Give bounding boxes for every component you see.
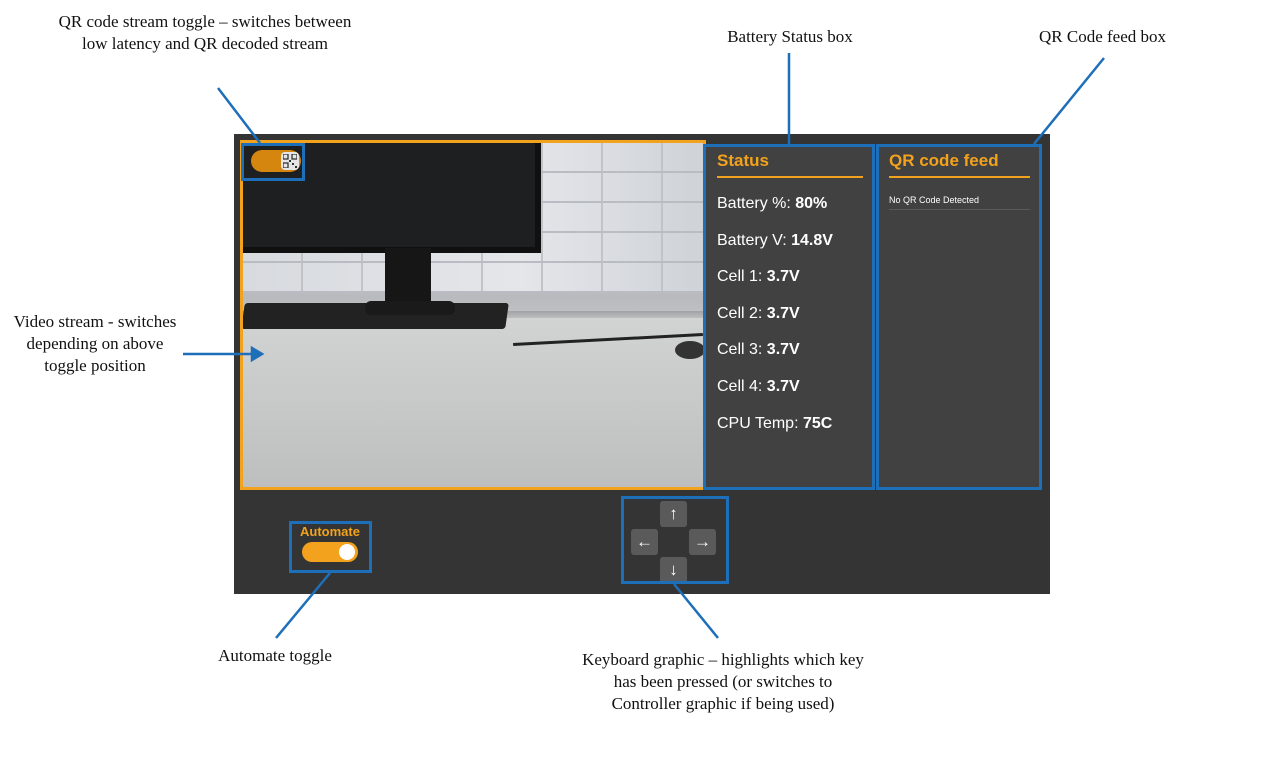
annotation-automate-toggle: Automate toggle — [218, 646, 332, 665]
annotation-qr-toggle: QR code stream toggle – switches between… — [58, 12, 352, 53]
status-row: Battery V: 14.8V — [717, 223, 863, 260]
status-list: Battery %: 80% Battery V: 14.8V Cell 1: 3.… — [717, 186, 863, 442]
status-value: 3.7V — [766, 377, 800, 395]
status-value: 14.8V — [791, 231, 833, 249]
qr-feed-entry: No QR Code Detected — [889, 195, 1030, 210]
status-row: Cell 4: 3.7V — [717, 369, 863, 406]
status-value: 3.7V — [766, 268, 800, 286]
status-label: CPU Temp: — [717, 414, 803, 432]
arrow-up-key[interactable]: ↑ — [660, 501, 687, 527]
video-mouse — [675, 341, 703, 359]
qr-stream-toggle[interactable] — [251, 150, 301, 172]
video-monitor-base — [365, 301, 455, 315]
status-row: Cell 1: 3.7V — [717, 259, 863, 296]
video-stream — [240, 140, 706, 490]
status-value: 3.7V — [766, 304, 800, 322]
qr-code-icon — [281, 152, 299, 170]
battery-status-box: Status Battery %: 80% Battery V: 14.8V Cel… — [706, 145, 874, 489]
qr-code-feed-box: QR code feed No QR Code Detected — [878, 145, 1041, 489]
qr-feed-title: QR code feed — [889, 151, 1030, 178]
annotation-video-stream: Video stream - switches depending on abo… — [13, 312, 177, 375]
arrow-left-key[interactable]: ← — [631, 529, 658, 555]
status-label: Cell 1: — [717, 268, 767, 286]
status-row: Cell 2: 3.7V — [717, 296, 863, 333]
annotation-qr-feed-box: QR Code feed box — [1038, 27, 1166, 46]
status-label: Cell 3: — [717, 341, 767, 359]
status-label: Battery %: — [717, 195, 796, 212]
annotation-battery-box: Battery Status box — [727, 27, 853, 46]
automate-label: Automate — [300, 524, 360, 539]
arrow-down-key[interactable]: ↓ — [660, 557, 687, 583]
status-value: 3.7V — [766, 341, 800, 359]
line-qr-feed-box — [1033, 57, 1105, 145]
status-title: Status — [717, 151, 863, 178]
status-row: Battery %: 80% — [717, 186, 863, 223]
status-label: Battery V: — [717, 231, 792, 249]
arrow-right-key[interactable]: → — [689, 529, 716, 555]
video-desk — [243, 318, 703, 487]
status-row: Cell 3: 3.7V — [717, 332, 863, 369]
status-label: Cell 2: — [717, 304, 767, 322]
annotation-keyboard-graphic: Keyboard graphic – highlights which key … — [582, 650, 864, 713]
status-row: CPU Temp: 75C — [717, 406, 863, 443]
status-label: Cell 4: — [717, 377, 767, 395]
automate-toggle[interactable] — [302, 542, 358, 562]
qr-feed-list: No QR Code Detected — [889, 195, 1030, 210]
status-value: 75C — [802, 414, 833, 432]
status-value: 80% — [795, 195, 828, 212]
automate-control: Automate — [292, 524, 368, 570]
toggle-knob — [339, 544, 355, 560]
